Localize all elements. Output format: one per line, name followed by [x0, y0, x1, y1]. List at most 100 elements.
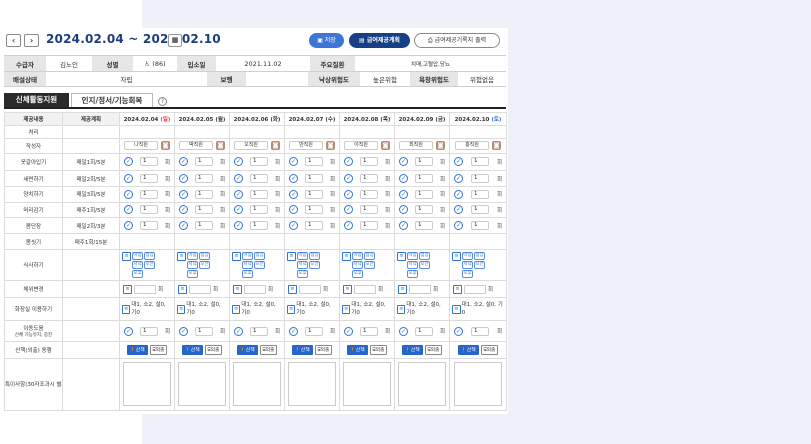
meal-button[interactable]: 저녁	[132, 261, 143, 270]
check-circle-icon[interactable]: ✓	[454, 174, 463, 184]
outing-button[interactable]: ⌸외출	[424, 344, 443, 355]
check-circle-icon[interactable]: ✓	[289, 174, 298, 184]
count-input[interactable]: 1	[139, 221, 158, 230]
check-circle-icon[interactable]: ✓	[289, 189, 298, 199]
count-input[interactable]: 1	[194, 221, 213, 230]
count-input[interactable]: 1	[414, 157, 433, 167]
meal-button[interactable]: 아침	[242, 252, 253, 261]
meal-button[interactable]: 오후	[462, 270, 473, 279]
staff-picker-icon[interactable]: ◙	[436, 141, 445, 151]
check-circle-icon[interactable]: ✓	[124, 221, 133, 230]
meal-button[interactable]: 오후	[407, 270, 418, 279]
check-circle-icon[interactable]: ✓	[234, 189, 243, 199]
check-circle-icon[interactable]: ✓	[344, 189, 353, 199]
entry-input[interactable]	[354, 284, 376, 294]
note-icon[interactable]: ≡	[122, 304, 131, 314]
check-circle-icon[interactable]: ✓	[399, 174, 408, 184]
special-notes-textarea[interactable]	[454, 362, 502, 407]
check-circle-icon[interactable]: ✓	[124, 157, 133, 167]
outing-button[interactable]: ⌸외출	[314, 344, 333, 355]
check-circle-icon[interactable]: ✓	[454, 189, 463, 199]
check-circle-icon[interactable]: ✓	[124, 326, 133, 336]
count-input[interactable]: 1	[414, 189, 433, 199]
meal-button[interactable]: 오후	[242, 270, 253, 279]
meal-button[interactable]: 점심	[199, 252, 210, 261]
note-icon[interactable]: ≡	[343, 284, 352, 294]
check-circle-icon[interactable]: ✓	[289, 205, 298, 215]
check-circle-icon[interactable]: ✓	[234, 174, 243, 184]
entry-input[interactable]	[409, 284, 431, 294]
check-circle-icon[interactable]: ✓	[289, 326, 298, 336]
help-icon[interactable]: ?	[158, 97, 167, 106]
walk-button[interactable]: 🚶산책	[236, 344, 258, 355]
count-input[interactable]: 1	[414, 205, 433, 215]
meal-button[interactable]: 오전	[419, 261, 430, 270]
check-circle-icon[interactable]: ✓	[179, 221, 188, 230]
meal-button[interactable]: 오후	[352, 270, 363, 279]
count-input[interactable]: 1	[139, 174, 158, 184]
staff-picker-icon[interactable]: ◙	[326, 141, 335, 151]
meal-button[interactable]: 오전	[254, 261, 265, 270]
note-icon[interactable]: ≡	[398, 284, 407, 294]
count-input[interactable]: 1	[359, 326, 378, 336]
note-icon[interactable]: ≡	[123, 284, 132, 294]
note-icon[interactable]: ≡	[232, 304, 241, 314]
check-circle-icon[interactable]: ✓	[234, 326, 243, 336]
count-input[interactable]: 1	[359, 221, 378, 230]
meal-button[interactable]: 점심	[144, 252, 155, 261]
walk-button[interactable]: 🚶산책	[181, 344, 203, 355]
check-circle-icon[interactable]: ✓	[344, 326, 353, 336]
count-input[interactable]: 1	[470, 189, 489, 199]
count-input[interactable]: 1	[304, 205, 323, 215]
note-icon[interactable]: ≡	[342, 304, 351, 314]
staff-picker-icon[interactable]: ◙	[161, 141, 170, 151]
check-circle-icon[interactable]: ✓	[454, 205, 463, 215]
calendar-icon[interactable]: ▦	[168, 34, 182, 47]
count-input[interactable]: 1	[249, 157, 268, 167]
meal-button[interactable]: 점심	[309, 252, 320, 261]
count-input[interactable]: 1	[359, 205, 378, 215]
staff-picker-icon[interactable]: ◙	[271, 141, 280, 151]
note-icon[interactable]: ≡	[453, 284, 462, 294]
check-circle-icon[interactable]: ✓	[344, 174, 353, 184]
count-input[interactable]: 1	[139, 205, 158, 215]
walk-button[interactable]: 🚶산책	[457, 344, 479, 355]
count-input[interactable]: 1	[249, 205, 268, 215]
print-record-button[interactable]: ⎙ 급여제공기록지 출력	[414, 33, 500, 48]
count-input[interactable]: 1	[304, 221, 323, 230]
special-notes-textarea[interactable]	[233, 362, 281, 407]
count-input[interactable]: 1	[414, 221, 433, 230]
check-circle-icon[interactable]: ✓	[124, 174, 133, 184]
note-icon[interactable]: ≡	[452, 304, 461, 314]
note-icon[interactable]: ≡	[342, 252, 351, 262]
check-circle-icon[interactable]: ✓	[399, 221, 408, 230]
note-icon[interactable]: ≡	[288, 284, 297, 294]
check-circle-icon[interactable]: ✓	[234, 157, 243, 167]
meal-button[interactable]: 오전	[144, 261, 155, 270]
check-circle-icon[interactable]: ✓	[344, 157, 353, 167]
special-notes-textarea[interactable]	[178, 362, 226, 407]
meal-button[interactable]: 오후	[297, 270, 308, 279]
check-circle-icon[interactable]: ✓	[179, 174, 188, 184]
meal-button[interactable]: 저녁	[462, 261, 473, 270]
count-input[interactable]: 1	[249, 326, 268, 336]
count-input[interactable]: 1	[470, 157, 489, 167]
save-button[interactable]: ▣ 저장	[309, 33, 344, 48]
check-circle-icon[interactable]: ✓	[399, 326, 408, 336]
meal-button[interactable]: 아침	[352, 252, 363, 261]
meal-button[interactable]: 점심	[364, 252, 375, 261]
count-input[interactable]: 1	[304, 174, 323, 184]
outing-button[interactable]: ⌸외출	[149, 344, 168, 355]
staff-name-input[interactable]: 홍직원	[455, 141, 489, 151]
count-input[interactable]: 1	[249, 221, 268, 230]
meal-button[interactable]: 아침	[462, 252, 473, 261]
note-icon[interactable]: ≡	[122, 252, 131, 262]
meal-button[interactable]: 아침	[132, 252, 143, 261]
count-input[interactable]: 1	[194, 157, 213, 167]
meal-button[interactable]: 오전	[474, 261, 485, 270]
meal-button[interactable]: 점심	[254, 252, 265, 261]
count-input[interactable]: 1	[414, 174, 433, 184]
count-input[interactable]: 1	[249, 174, 268, 184]
note-icon[interactable]: ≡	[287, 252, 296, 262]
count-input[interactable]: 1	[470, 221, 489, 230]
